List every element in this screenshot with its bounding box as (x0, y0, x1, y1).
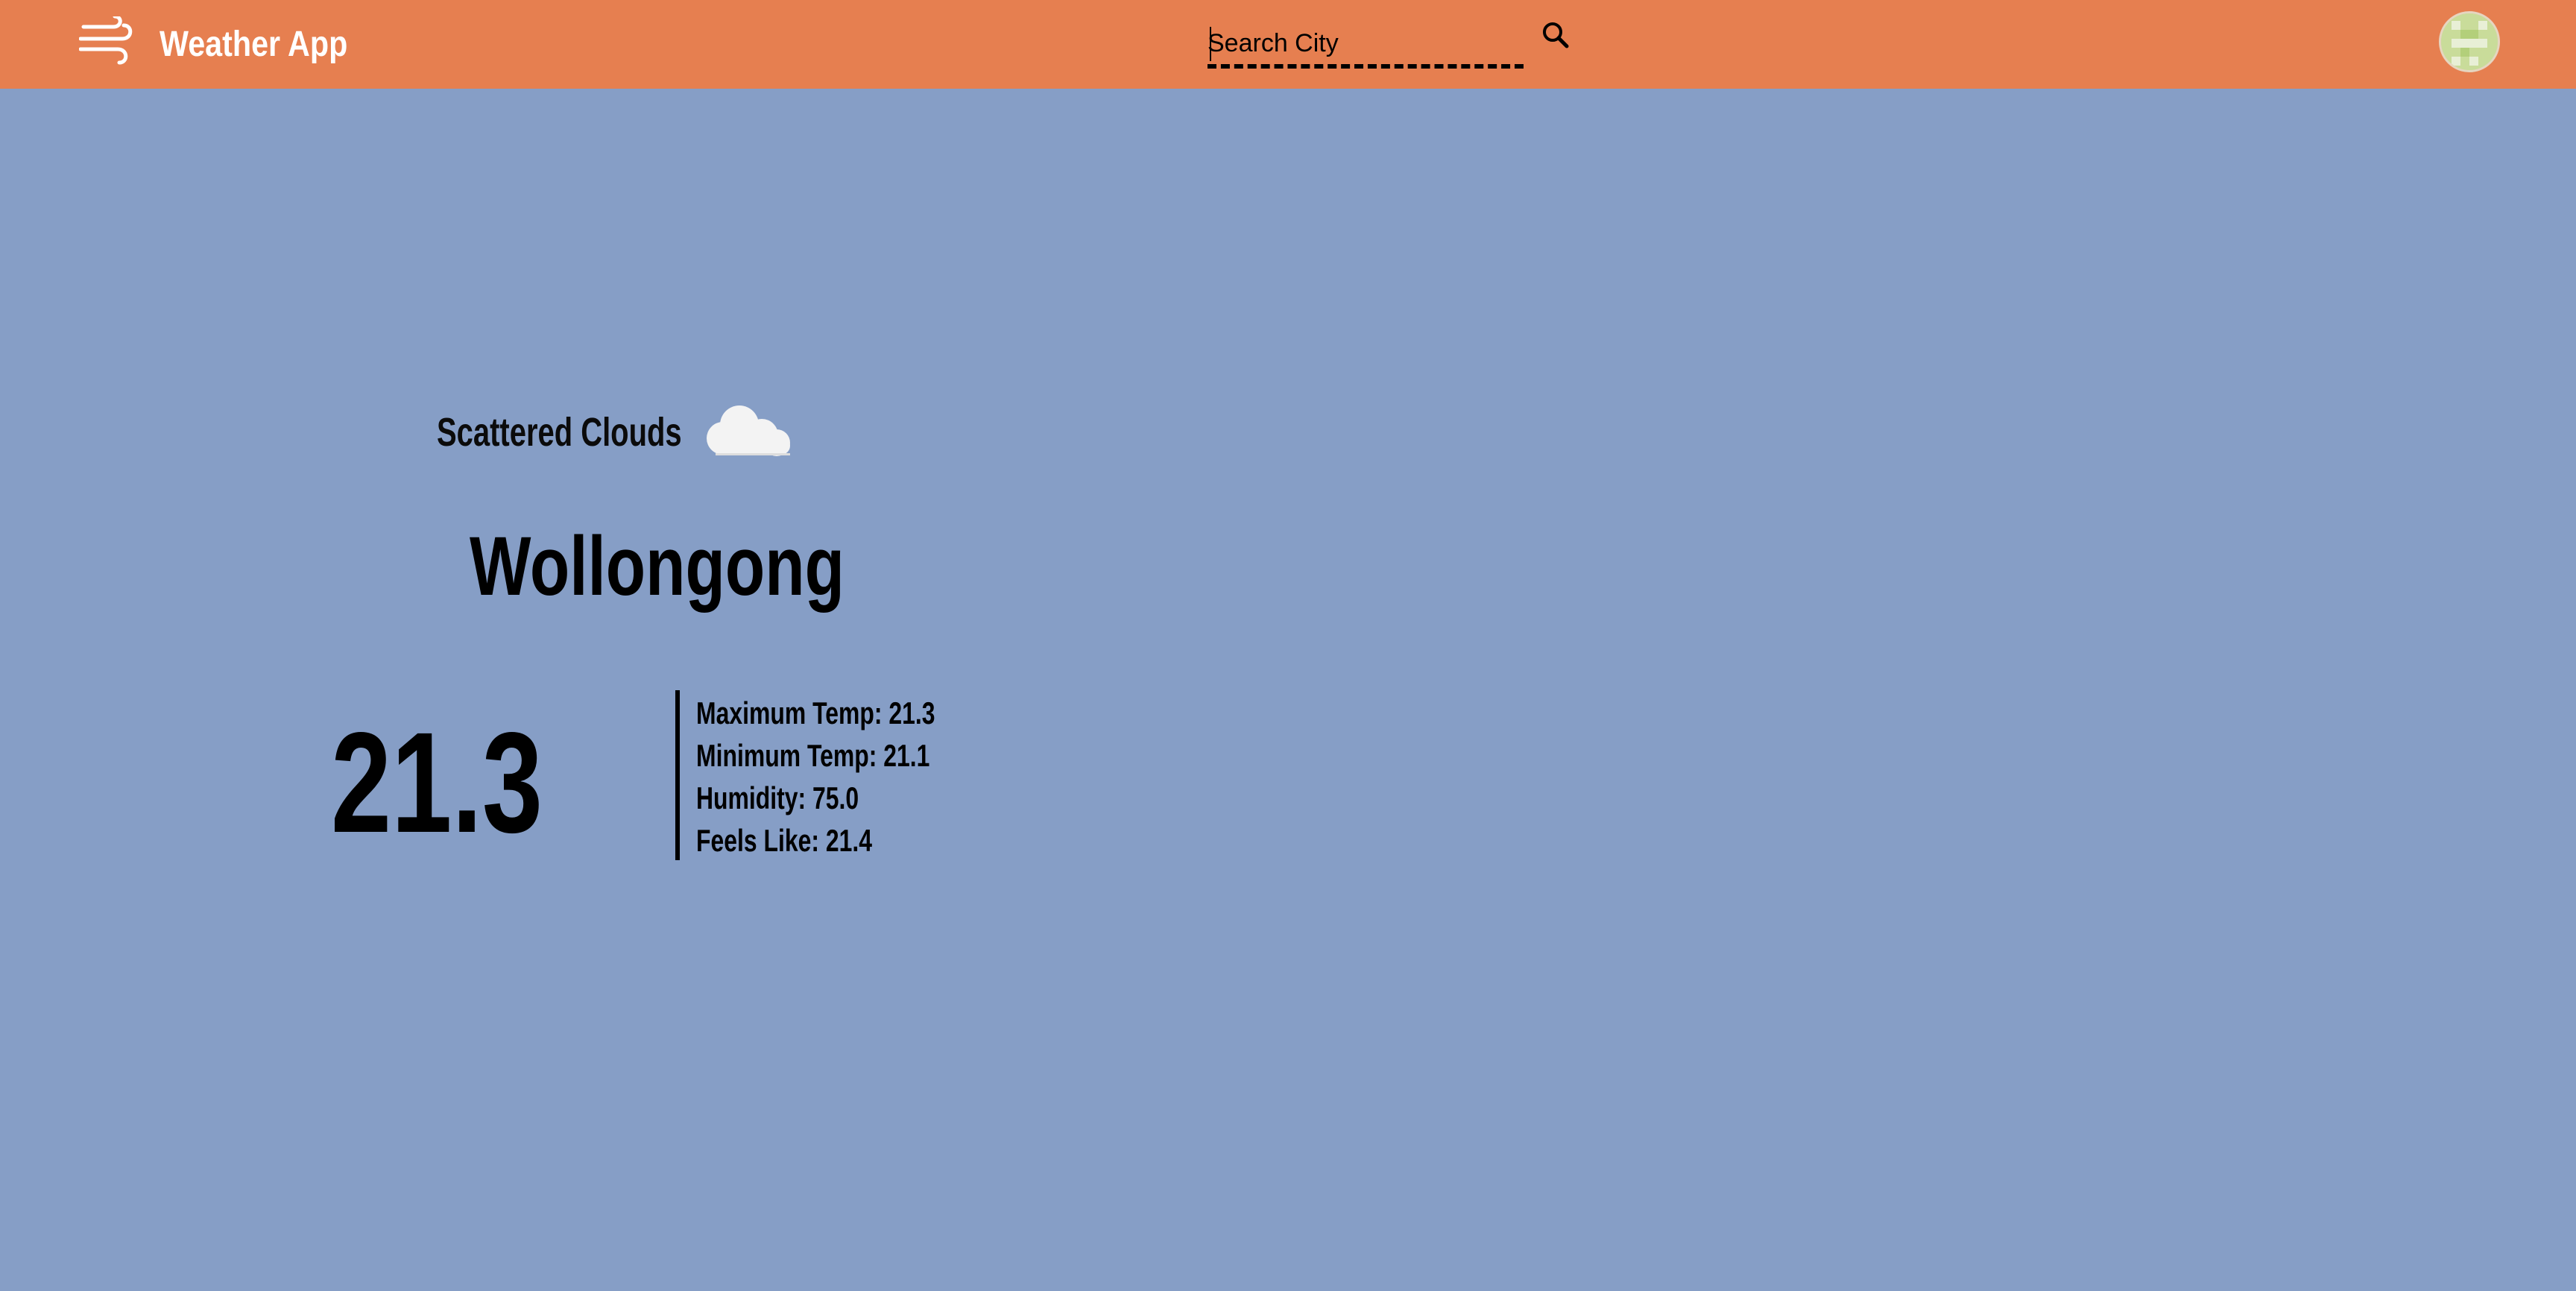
search-input[interactable] (1208, 22, 1524, 69)
text-cursor (1210, 27, 1211, 61)
city-name: Wollongong (470, 520, 845, 613)
current-temperature: 21.3 (331, 702, 543, 862)
top-bar: Weather App (0, 0, 2576, 89)
search-button[interactable] (1538, 18, 1574, 54)
app-title: Weather App (160, 25, 348, 64)
search-icon (1543, 22, 1569, 48)
min-temp: Minimum Temp: 21.1 (696, 738, 930, 773)
cloud-icon (702, 400, 796, 462)
wind-icon[interactable] (78, 14, 136, 69)
max-temp: Maximum Temp: 21.3 (696, 695, 935, 730)
weather-condition: Scattered Clouds (437, 410, 682, 455)
feels-like: Feels Like: 21.4 (696, 823, 872, 858)
humidity: Humidity: 75.0 (696, 780, 859, 815)
weather-details: Maximum Temp: 21.3 Minimum Temp: 21.1 Hu… (675, 690, 973, 860)
avatar[interactable] (2439, 11, 2500, 72)
